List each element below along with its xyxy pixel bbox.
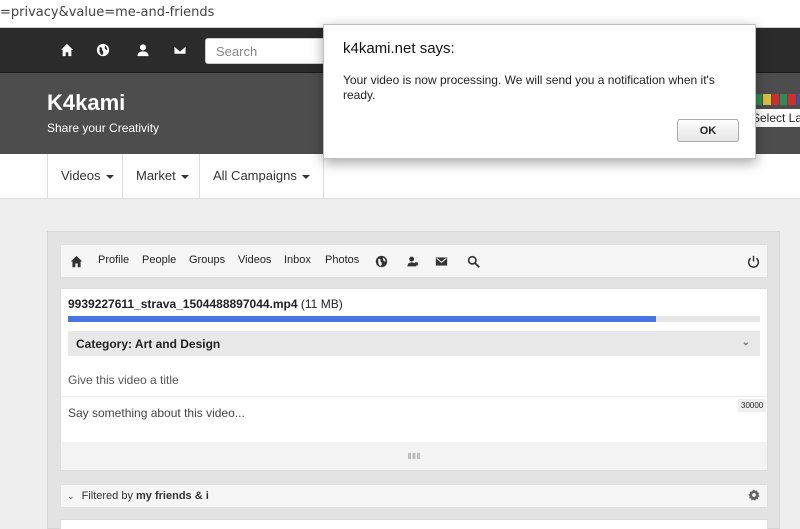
nav-videos[interactable]: Videos (238, 254, 271, 266)
upload-filename: 9939227611_strava_1504488897044.mp4 (68, 297, 298, 311)
filter-prefix: Filtered by (81, 490, 133, 502)
feed-filter[interactable]: ⌄ Filtered by my friends & i (60, 484, 768, 508)
resize-grip[interactable]: ▮▮▮ (61, 442, 767, 470)
video-title-input[interactable]: Give this video a title (61, 367, 767, 397)
category-label: Category: Art and Design (76, 337, 221, 351)
upload-filesize: (11 MB) (300, 297, 343, 311)
nav-groups[interactable]: Groups (189, 254, 225, 266)
site-tagline: Share your Creativity (47, 121, 160, 135)
alert-dialog: k4kami.net says: Your video is now proce… (323, 24, 756, 159)
user-pin-icon[interactable] (405, 254, 419, 268)
content-panel: Profile People Groups Videos Inbox Photo… (47, 231, 780, 529)
nav-inbox[interactable]: Inbox (284, 254, 311, 266)
menu-market-label: Market (136, 168, 176, 183)
dialog-title: k4kami.net says: (343, 40, 455, 57)
video-description-input[interactable]: Say something about this video... (61, 398, 767, 442)
gear-icon[interactable] (748, 489, 761, 502)
search-icon[interactable] (466, 254, 480, 268)
envelope-icon[interactable] (172, 42, 188, 58)
upload-file-info: 9939227611_strava_1504488897044.mp4 (11 … (68, 297, 343, 311)
user-icon[interactable] (135, 42, 151, 58)
site-logo-text[interactable]: K4kami (47, 90, 125, 116)
chevron-down-icon: ⌄ (67, 491, 75, 501)
menu-videos-label: Videos (61, 168, 101, 183)
home-icon[interactable] (59, 42, 75, 58)
nav-profile[interactable]: Profile (98, 254, 129, 266)
category-select[interactable]: Category: Art and Design ⌄ (68, 331, 760, 356)
search-input[interactable] (205, 38, 335, 64)
power-icon[interactable] (746, 254, 760, 268)
caret-down-icon (180, 174, 189, 179)
nav-photos[interactable]: Photos (325, 254, 359, 266)
activity-feed (60, 519, 768, 529)
ok-button[interactable]: OK (677, 119, 739, 142)
url-text: =privacy&value=me-and-friends (0, 5, 215, 20)
upload-progress-fill (68, 316, 657, 322)
caret-down-icon (105, 174, 114, 179)
menu-market[interactable]: Market (122, 154, 202, 199)
video-upload-form: 9939227611_strava_1504488897044.mp4 (11 … (60, 288, 768, 471)
caret-down-icon (301, 174, 310, 179)
nav-people[interactable]: People (142, 254, 176, 266)
menu-all-campaigns[interactable]: All Campaigns (199, 154, 324, 199)
profile-toolbar: Profile People Groups Videos Inbox Photo… (60, 244, 768, 278)
dialog-message: Your video is now processing. We will se… (343, 73, 715, 102)
home-icon[interactable] (69, 254, 83, 268)
filter-value: my friends & i (136, 490, 209, 502)
menu-videos[interactable]: Videos (47, 154, 127, 199)
chevron-down-icon: ⌄ (741, 337, 750, 348)
language-flags[interactable] (755, 94, 800, 105)
menu-all-campaigns-label: All Campaigns (213, 168, 297, 183)
main-menu: Videos Market All Campaigns (0, 154, 800, 199)
globe-icon[interactable] (374, 254, 388, 268)
globe-icon[interactable] (95, 42, 111, 58)
envelope-icon[interactable] (434, 254, 448, 268)
char-counter: 30000 (738, 399, 767, 412)
upload-progress-bar (68, 316, 760, 322)
